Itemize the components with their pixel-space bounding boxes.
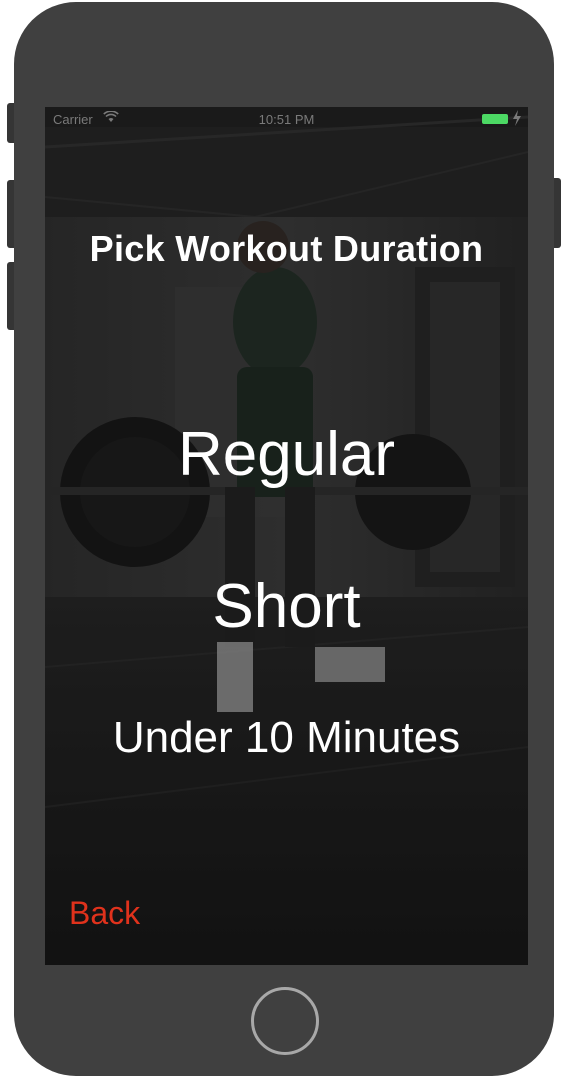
- option-short-button[interactable]: Short: [45, 571, 528, 642]
- page-title: Pick Workout Duration: [89, 228, 484, 269]
- status-bar: Carrier 10:51 PM: [45, 107, 528, 131]
- home-button[interactable]: [251, 987, 319, 1055]
- back-button[interactable]: Back: [69, 895, 140, 932]
- app-screen: Carrier 10:51 PM Pick Workout Duration R…: [45, 107, 528, 965]
- option-regular-button[interactable]: Regular: [45, 419, 528, 490]
- charging-bolt-icon: [513, 110, 521, 126]
- option-under-10-minutes-button[interactable]: Under 10 Minutes: [45, 713, 528, 763]
- status-time: 10:51 PM: [258, 112, 315, 127]
- battery-icon: [482, 114, 508, 124]
